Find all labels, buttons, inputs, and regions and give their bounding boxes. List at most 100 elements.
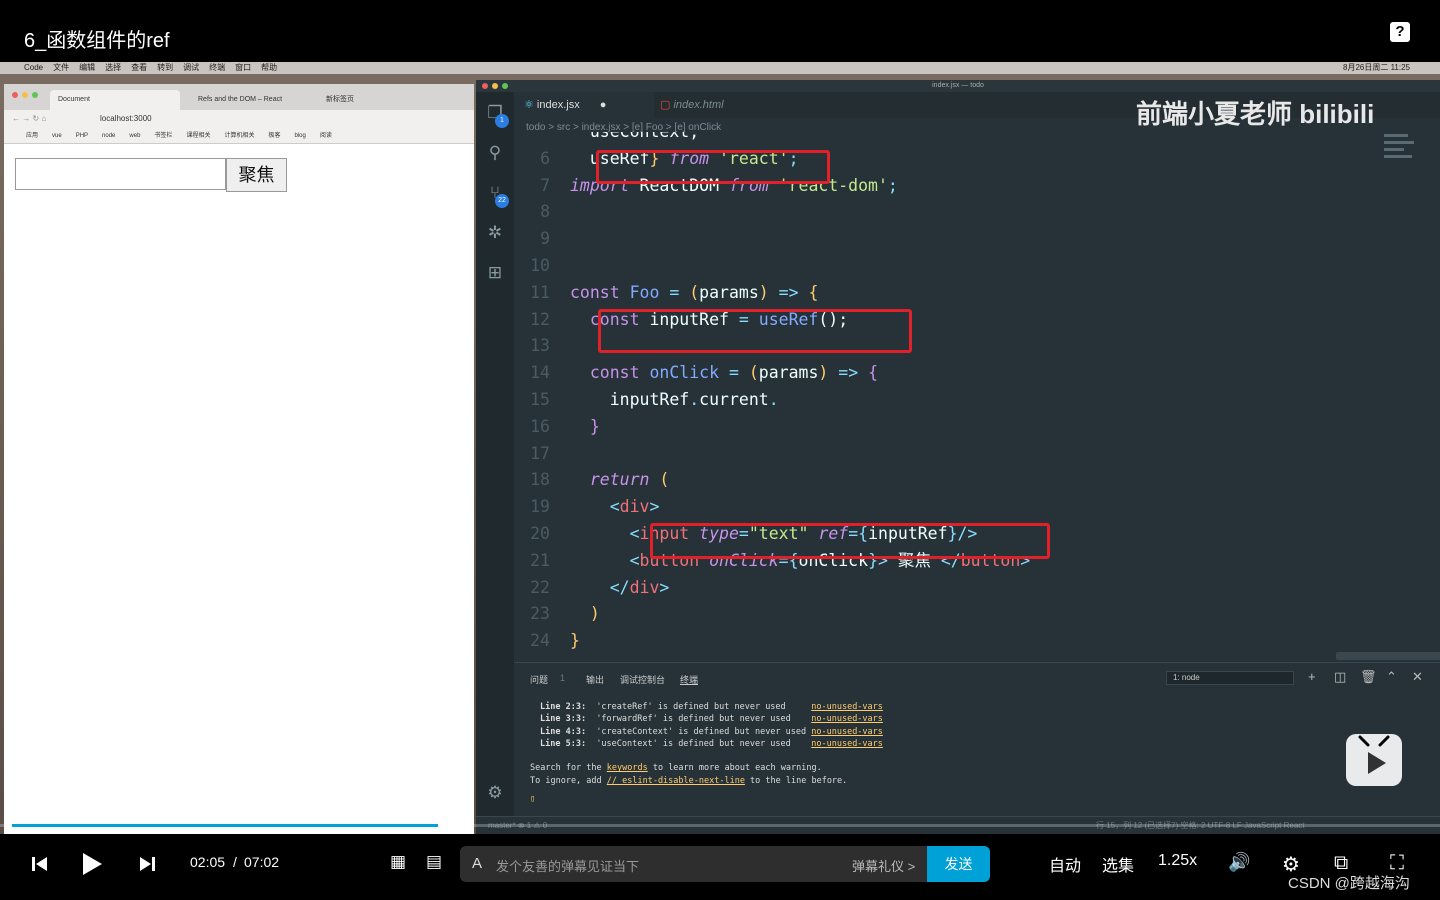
mac-menu-item[interactable]: 帮助 [261, 63, 277, 72]
code-line[interactable]: 18 return ( [514, 466, 1394, 493]
address-bar[interactable]: ← → ↻ ⌂ localhost:3000 [4, 110, 474, 128]
mac-menu-item[interactable]: 转到 [157, 63, 173, 72]
next-icon[interactable] [137, 854, 157, 874]
mac-menu-item[interactable]: 编辑 [79, 63, 95, 72]
bookmark-item[interactable]: 课程相关 [186, 133, 210, 139]
nav-arrows-icon[interactable]: ← → ↻ ⌂ [12, 110, 46, 128]
zoom-dot[interactable] [32, 92, 38, 98]
lint-rule-link[interactable]: no-unused-vars [811, 714, 883, 724]
help-icon[interactable]: ? [1390, 22, 1410, 42]
vscode-minimize-dot[interactable] [492, 83, 498, 89]
hint-text: to learn more about each warning. [647, 763, 822, 774]
code-line[interactable]: 17 [514, 440, 1394, 467]
tab-problems[interactable]: 问题 [530, 673, 548, 686]
code-token: => [768, 282, 809, 302]
extensions-icon[interactable]: ⊞ [484, 262, 506, 284]
terminal-output[interactable]: Line 2:3: 'createRef' is defined but nev… [530, 701, 883, 805]
bookmark-item[interactable]: node [102, 133, 115, 139]
tab-debug-console[interactable]: 调试控制台 [620, 673, 665, 686]
mac-menu-item[interactable]: 调试 [183, 63, 199, 72]
mac-menu-item[interactable]: 选择 [105, 63, 121, 72]
code-line[interactable]: useContext, [514, 132, 1394, 145]
danmaku-settings-icon[interactable]: ▤ [426, 852, 442, 872]
close-dot[interactable] [12, 92, 18, 98]
mac-menu-item[interactable]: 终端 [209, 63, 225, 72]
code-line[interactable]: 23 ) [514, 600, 1394, 627]
settings-gear-icon[interactable]: ⚙ [484, 782, 506, 804]
lint-message: 'useContext' is defined but never used [596, 738, 812, 749]
debug-icon[interactable]: ✲ [484, 222, 506, 244]
danmaku-input[interactable]: 发个友善的弹幕见证当下 [496, 856, 639, 875]
lint-rule-link[interactable]: no-unused-vars [811, 727, 883, 737]
terminal-select[interactable]: 1: node [1166, 671, 1294, 685]
new-terminal-icon[interactable]: + [1308, 669, 1316, 684]
lint-rule-link[interactable]: no-unused-vars [811, 702, 883, 712]
bookmark-item[interactable]: PHP [76, 133, 88, 139]
code-line[interactable]: 24} [514, 627, 1394, 654]
bookmark-item[interactable]: 阅读 [320, 133, 332, 139]
code-line[interactable]: 9 [514, 225, 1394, 252]
bookmark-item[interactable]: 计算机相关 [224, 133, 254, 139]
vscode-zoom-dot[interactable] [502, 83, 508, 89]
split-terminal-icon[interactable]: ◫ [1334, 669, 1346, 685]
danmaku-etiquette-link[interactable]: 弹幕礼仪 > [852, 856, 915, 875]
mac-menu-item[interactable]: 窗口 [235, 63, 251, 72]
close-icon[interactable]: ✕ [1412, 669, 1423, 685]
trash-icon[interactable]: 🗑 [1360, 669, 1377, 685]
horizontal-scrollbar[interactable] [1336, 652, 1440, 660]
tab-index-jsx[interactable]: ⚛ index.jsx ● [514, 92, 654, 118]
keywords-link[interactable]: keywords [607, 763, 648, 773]
code-editor[interactable]: useContext,6 useRef} from 'react';7impor… [514, 132, 1394, 662]
speed-button[interactable]: 1.25x [1158, 852, 1197, 870]
volume-icon[interactable]: 🔊 [1228, 852, 1250, 873]
code-line[interactable]: 10 [514, 252, 1394, 279]
code-line[interactable]: 22 </div> [514, 574, 1394, 601]
code-line[interactable]: 19 <div> [514, 493, 1394, 520]
chevron-up-icon[interactable]: ⌃ [1386, 669, 1397, 685]
episodes-button[interactable]: 选集 [1102, 852, 1134, 876]
font-a-icon[interactable]: A [472, 855, 482, 872]
bilibili-tv-icon[interactable] [1346, 734, 1402, 786]
bookmark-item[interactable]: 极客 [268, 133, 280, 139]
video-frame[interactable]: Code 文件 编辑 选择 查看 转到 调试 终端 窗口 帮助 8月26日周二 11:25 Doc… [0, 62, 1440, 834]
minimap[interactable] [1384, 130, 1424, 250]
browser-tab-strip: Document Refs and the DOM – React 新标签页 [4, 84, 474, 110]
eslint-disable-link[interactable]: // eslint-disable-next-line [607, 776, 745, 786]
focus-text-input[interactable] [15, 158, 226, 190]
code-line[interactable]: 11 const Foo = (params) => { [514, 279, 1394, 306]
line-number: 7 [540, 175, 550, 195]
tab-index-html[interactable]: ▢ index.html [654, 92, 754, 118]
code-line[interactable]: 15 inputRef.current. [514, 386, 1394, 413]
search-icon[interactable]: ⚲ [484, 142, 506, 164]
danmaku-toggle-icon[interactable]: ▦ [390, 852, 406, 872]
vscode-close-dot[interactable] [482, 83, 488, 89]
mac-menu-item[interactable]: Code [24, 63, 43, 72]
activity-bar: ❐ 1 ⚲ ⑂ 22 ✲ ⊞ ⚙ [476, 92, 514, 816]
bookmark-item[interactable]: blog [294, 133, 305, 139]
code-line[interactable]: 14 const onClick = (params) => { [514, 359, 1394, 386]
code-token: } [570, 631, 580, 651]
lint-rule-link[interactable]: no-unused-vars [811, 739, 883, 749]
browser-tab[interactable]: Refs and the DOM – React [190, 90, 310, 110]
lint-location: Line 2:3: [540, 702, 587, 712]
focus-button[interactable]: 聚焦 [226, 158, 287, 192]
tab-output[interactable]: 输出 [586, 673, 604, 686]
send-button[interactable]: 发送 [927, 846, 990, 882]
mac-menu-item[interactable]: 查看 [131, 63, 147, 72]
bookmark-item[interactable]: vue [52, 133, 62, 139]
mac-menu-item[interactable]: 文件 [53, 63, 69, 72]
unsaved-dot-icon[interactable]: ● [600, 99, 607, 111]
code-line[interactable]: 8 [514, 198, 1394, 225]
browser-window: Document Refs and the DOM – React 新标签页 ←… [4, 84, 474, 834]
bookmark-item[interactable]: 书签栏 [154, 133, 172, 139]
minimize-dot[interactable] [22, 92, 28, 98]
previous-icon[interactable] [30, 854, 50, 874]
bookmark-item[interactable]: web [129, 133, 140, 139]
browser-tab[interactable]: 新标签页 [318, 90, 448, 110]
code-line[interactable]: 16 } [514, 413, 1394, 440]
quality-button[interactable]: 自动 [1049, 852, 1081, 876]
bookmark-item[interactable]: 应用 [26, 133, 38, 139]
play-icon[interactable] [80, 851, 104, 877]
tab-terminal[interactable]: 终端 [680, 673, 698, 686]
browser-tab[interactable]: Document [50, 90, 180, 110]
